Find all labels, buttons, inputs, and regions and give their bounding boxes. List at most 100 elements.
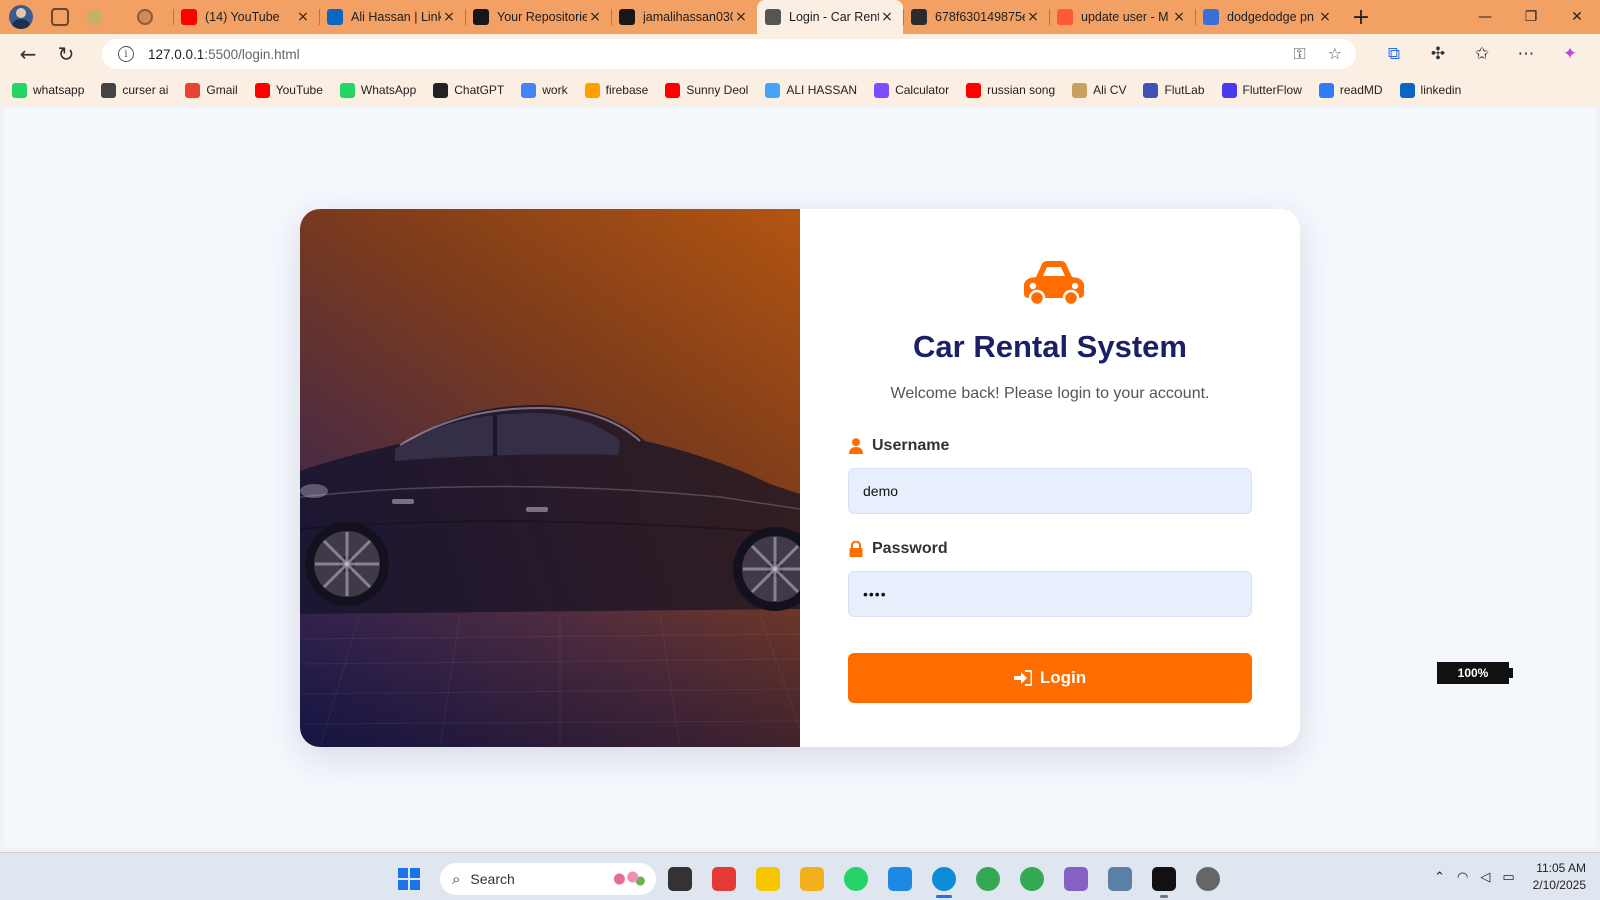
taskbar-app[interactable] — [1100, 859, 1140, 899]
login-button[interactable]: Login — [848, 653, 1252, 703]
browser-tab[interactable]: dodgedodge pn × — [1195, 0, 1341, 34]
bookmark-item[interactable]: ChatGPT — [433, 82, 504, 98]
taskbar-app[interactable] — [924, 859, 964, 899]
bookmark-item[interactable]: readMD — [1318, 82, 1383, 98]
volume-icon[interactable]: ◁ — [1480, 870, 1490, 885]
tab-title: Ali Hassan | LinkedIn — [351, 10, 441, 24]
taskbar-app[interactable] — [880, 859, 920, 899]
gmail-icon — [185, 82, 201, 98]
translate-icon[interactable]: ⧉ — [1378, 38, 1410, 70]
clock[interactable]: 11:05 AM 2/10/2025 — [1533, 860, 1586, 894]
taskbar-app[interactable] — [660, 859, 700, 899]
start-button[interactable] — [398, 868, 420, 890]
bookmark-item[interactable]: curser ai — [101, 82, 168, 98]
bookmark-item[interactable]: FlutterFlow — [1221, 82, 1302, 98]
chatgpt-icon — [433, 82, 449, 98]
close-window-button[interactable]: ✕ — [1554, 0, 1600, 34]
copilot-icon[interactable]: ✦ — [1554, 38, 1586, 70]
taskbar-app[interactable] — [704, 859, 744, 899]
taskbar-app[interactable] — [836, 859, 876, 899]
password-input[interactable]: •••• — [848, 571, 1252, 617]
close-tab-icon[interactable]: × — [1025, 9, 1041, 25]
wifi-icon[interactable]: ◠ — [1457, 870, 1468, 885]
address-bar[interactable]: i 127.0.0.1:5500/login.html ⚿ ☆ — [102, 39, 1356, 69]
taskbar-search-placeholder: Search — [470, 871, 515, 887]
bookmark-item[interactable]: Ali CV — [1072, 82, 1126, 98]
browser-tab[interactable]: (14) YouTube × — [173, 0, 319, 34]
browser-tab[interactable]: jamalihassan030 × — [611, 0, 757, 34]
tray-overflow-icon[interactable]: ⌃ — [1434, 870, 1445, 885]
pinned-tab-2[interactable] — [131, 3, 159, 31]
more-menu-icon[interactable]: ⋯ — [1510, 38, 1542, 70]
bookmark-item[interactable]: Sunny Deol — [665, 82, 748, 98]
taskbar-app[interactable] — [1144, 859, 1184, 899]
new-tab-button[interactable]: + — [1345, 3, 1377, 31]
bookmark-label: Calculator — [895, 83, 950, 97]
extensions-icon[interactable]: ✣ — [1422, 38, 1454, 70]
browser-tab[interactable]: Ali Hassan | LinkedIn× — [319, 0, 465, 34]
close-tab-icon[interactable]: × — [733, 9, 749, 25]
bookmark-label: Gmail — [206, 83, 238, 97]
taskbar-app[interactable] — [1012, 859, 1052, 899]
address-bar-actions: ⚿ ☆ — [1293, 44, 1342, 64]
car-icon — [1024, 261, 1084, 305]
bookmark-item[interactable]: FlutLab — [1143, 82, 1205, 98]
restore-button[interactable]: ❐ — [1508, 0, 1554, 34]
search-highlight-image — [608, 869, 646, 889]
bookmark-item[interactable]: ALI HASSAN — [765, 82, 857, 98]
close-tab-icon[interactable]: × — [295, 9, 311, 25]
clock-date: 2/10/2025 — [1532, 878, 1586, 892]
close-tab-icon[interactable]: × — [879, 9, 895, 25]
close-tab-icon[interactable]: × — [1171, 9, 1187, 25]
favorite-star-icon[interactable]: ☆ — [1328, 44, 1342, 64]
bookmark-item[interactable]: Calculator — [874, 82, 950, 98]
bookmark-item[interactable]: WhatsApp — [339, 82, 416, 98]
clock-app-icon — [1196, 867, 1220, 891]
close-tab-icon[interactable]: × — [587, 9, 603, 25]
bookmark-item[interactable]: work — [521, 82, 568, 98]
bookmark-item[interactable]: firebase — [584, 82, 648, 98]
tab-title: jamalihassan030 — [643, 10, 733, 24]
reload-button[interactable]: ↻ — [50, 38, 82, 70]
chrome-profile-icon — [1020, 867, 1044, 891]
browser-tab[interactable]: Your Repositories × — [465, 0, 611, 34]
password-key-icon[interactable]: ⚿ — [1293, 44, 1305, 64]
workspaces-icon[interactable] — [51, 8, 69, 26]
browser-tab[interactable]: 678f630149875e × — [903, 0, 1049, 34]
minimize-button[interactable]: — — [1462, 0, 1508, 34]
youtube-icon — [254, 82, 270, 98]
close-tab-icon[interactable]: × — [441, 9, 457, 25]
taskbar-app[interactable] — [968, 859, 1008, 899]
favorites-icon[interactable]: ✩ — [1466, 38, 1498, 70]
taskbar-search[interactable]: ⌕ Search — [440, 863, 656, 895]
bookmark-item[interactable]: YouTube — [254, 82, 323, 98]
taskbar-app[interactable] — [748, 859, 788, 899]
browser-tab[interactable]: update user - M × — [1049, 0, 1195, 34]
tab-active[interactable]: Login - Car Rental× — [757, 0, 903, 34]
bookmark-item[interactable]: whatsapp — [12, 82, 84, 98]
login-card: Car Rental System Welcome back! Please l… — [300, 209, 1300, 747]
bookmark-item[interactable]: russian song — [966, 82, 1055, 98]
bookmark-item[interactable]: Gmail — [185, 82, 238, 98]
tab-title: dodgedodge pn — [1227, 10, 1314, 24]
tab-title: 678f630149875e — [935, 10, 1025, 24]
taskbar-app[interactable] — [792, 859, 832, 899]
site-info-icon[interactable]: i — [118, 46, 134, 62]
tab-strip-left — [0, 0, 159, 34]
battery-icon[interactable]: ▭ — [1502, 870, 1514, 885]
taskbar-app[interactable] — [1188, 859, 1228, 899]
back-button[interactable]: ← — [12, 38, 44, 70]
close-tab-icon[interactable]: × — [1317, 9, 1333, 25]
circle-icon — [1057, 9, 1073, 25]
zoom-level-badge: 100% — [1437, 662, 1513, 684]
profile-avatar[interactable] — [9, 5, 33, 29]
user-icon — [848, 438, 864, 454]
youtube-icon — [181, 9, 197, 25]
bookmark-item[interactable]: linkedin — [1399, 82, 1461, 98]
taskbar-app[interactable] — [1056, 859, 1096, 899]
tab-title: (14) YouTube — [205, 10, 280, 24]
whatsapp-icon — [844, 867, 868, 891]
username-input[interactable]: demo — [848, 468, 1252, 514]
flutter-icon — [765, 82, 781, 98]
pinned-tab-1[interactable] — [81, 3, 109, 31]
